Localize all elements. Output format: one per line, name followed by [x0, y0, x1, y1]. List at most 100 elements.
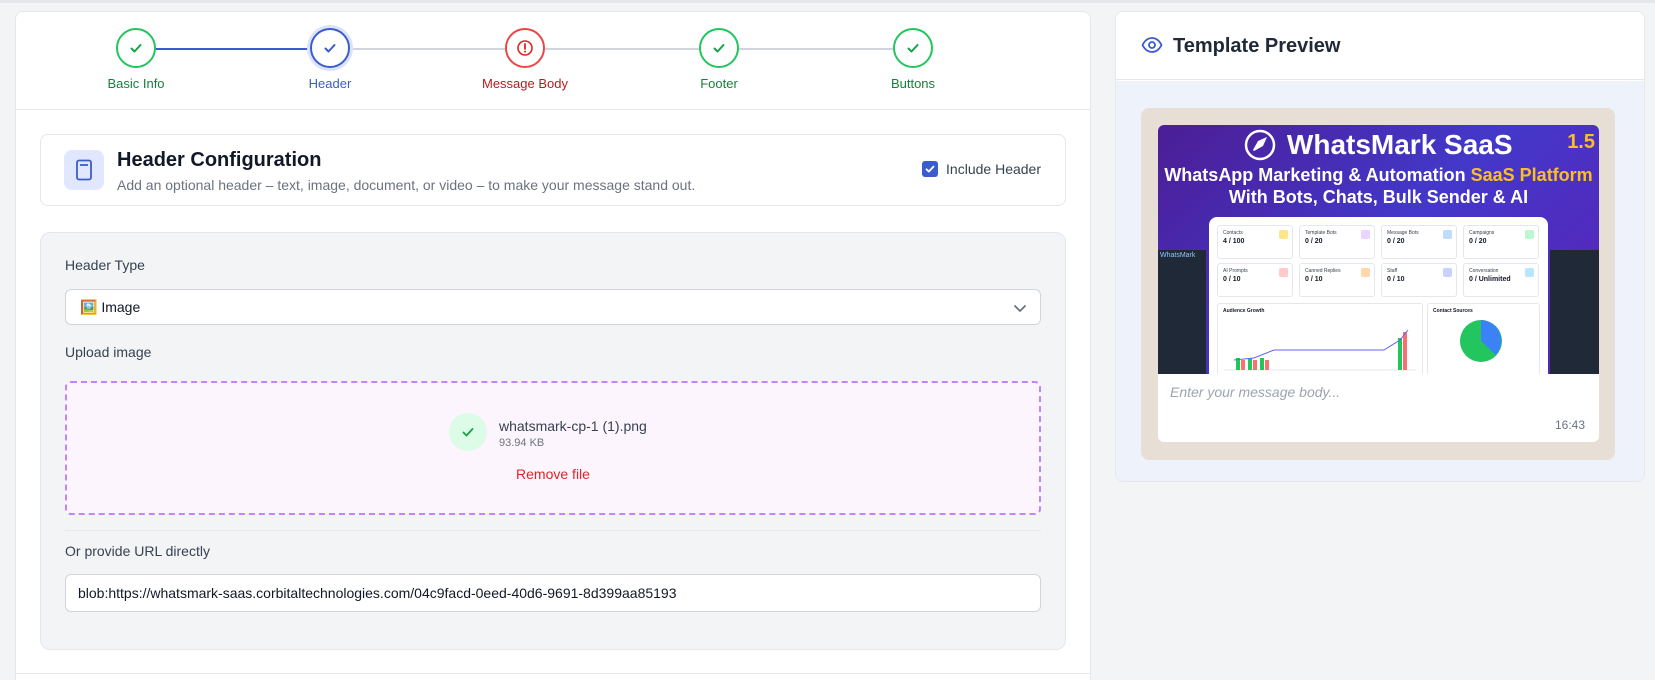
check-icon	[449, 413, 487, 451]
step-basic-info[interactable]: Basic Info	[66, 28, 206, 91]
step-label: Header	[308, 76, 352, 91]
promo-brand: WhatsMark SaaS	[1286, 129, 1513, 160]
alert-circle-icon	[505, 28, 545, 68]
promo-version: 1.5	[1567, 131, 1595, 153]
upload-label: Upload image	[65, 344, 152, 360]
header-type-select[interactable]: 🖼️ Image	[65, 289, 1041, 325]
stat-title: Campaigns	[1469, 230, 1495, 236]
stat-card: Campaigns 0 / 20	[1463, 225, 1539, 259]
message-bubble: WhatsMark SaaS 1.5 WhatsApp Marketing & …	[1158, 125, 1599, 442]
stat-icon	[1361, 268, 1370, 277]
stat-title: Template Bots	[1305, 230, 1337, 236]
stat-card: Conversation 0 / Unlimited	[1463, 263, 1539, 297]
check-icon	[699, 28, 739, 68]
header-type-value: 🖼️ Image	[80, 299, 141, 315]
upload-dropzone[interactable]: whatsmark-cp-1 (1).png 93.94 KB Remove f…	[65, 381, 1041, 515]
step-label: Footer	[700, 76, 738, 91]
step-header[interactable]: Header	[260, 28, 400, 91]
stat-value: 0 / 20	[1387, 238, 1405, 245]
step-label: Buttons	[890, 76, 936, 91]
file-size: 93.94 KB	[499, 437, 545, 449]
preview-header: Template Preview	[1116, 12, 1644, 80]
audience-growth-panel: Audience Growth	[1217, 303, 1423, 374]
divider	[65, 530, 1041, 531]
stat-value: 0 / 20	[1305, 238, 1323, 245]
header-image: WhatsMark SaaS 1.5 WhatsApp Marketing & …	[1158, 125, 1599, 374]
stat-title: Message Bots	[1387, 230, 1419, 236]
stat-icon	[1525, 268, 1534, 277]
chevron-down-icon	[1012, 300, 1028, 321]
rocket-logo-icon	[1244, 129, 1276, 161]
step-label: Message Body	[482, 76, 568, 91]
preview-title: Template Preview	[1173, 35, 1341, 57]
panel-title: Contact Sources	[1433, 308, 1473, 314]
stat-card: Message Bots 0 / 20	[1381, 225, 1457, 259]
step-footer[interactable]: Footer	[649, 28, 789, 91]
stat-icon	[1279, 268, 1288, 277]
step-message-body[interactable]: Message Body	[455, 28, 595, 91]
check-icon	[310, 28, 350, 68]
header-type-label: Header Type	[65, 257, 145, 273]
step-label: Basic Info	[107, 76, 165, 91]
stat-card: AI Prompts 0 / 10	[1217, 263, 1293, 297]
section-description: Add an optional header – text, image, do…	[117, 177, 696, 193]
template-editor-panel: Basic Info Header Message Body Footer Bu	[15, 11, 1091, 680]
check-icon	[116, 28, 156, 68]
header-config-card: Header Configuration Add an optional hea…	[40, 134, 1066, 206]
divider	[16, 673, 1090, 674]
stat-value: 0 / 10	[1305, 276, 1323, 283]
stat-icon	[1361, 230, 1370, 239]
url-label: Or provide URL directly	[65, 543, 210, 559]
stat-icon	[1443, 268, 1452, 277]
section-title: Header Configuration	[117, 149, 322, 171]
stat-title: Staff	[1387, 268, 1398, 274]
step-connector	[345, 48, 928, 50]
remove-file-button[interactable]: Remove file	[67, 466, 1039, 482]
preview-body: WhatsMark SaaS 1.5 WhatsApp Marketing & …	[1116, 81, 1644, 481]
stat-title: Conversation	[1469, 268, 1499, 274]
dashboard-side-panel	[1550, 250, 1599, 374]
chat-background: WhatsMark SaaS 1.5 WhatsApp Marketing & …	[1141, 108, 1615, 460]
message-body-placeholder: Enter your message body...	[1170, 384, 1341, 400]
message-time: 16:43	[1554, 418, 1585, 432]
contact-sources-panel: Contact Sources	[1427, 303, 1540, 374]
stat-card: Staff 0 / 10	[1381, 263, 1457, 297]
audience-chart	[1224, 329, 1416, 371]
remove-file-label[interactable]: Remove file	[516, 466, 590, 482]
stat-icon	[1525, 230, 1534, 239]
stat-title: Canned Replies	[1305, 268, 1341, 274]
url-input[interactable]	[65, 574, 1041, 612]
top-divider	[0, 0, 1655, 3]
stat-icon	[1279, 230, 1288, 239]
promo-subheadline: With Bots, Chats, Bulk Sender & AI	[1228, 187, 1529, 207]
stat-card: Canned Replies 0 / 10	[1299, 263, 1375, 297]
panel-title: Audience Growth	[1223, 308, 1265, 314]
include-header-toggle[interactable]: Include Header	[922, 161, 1041, 177]
stat-card: Contacts 4 / 100	[1217, 225, 1293, 259]
step-buttons[interactable]: Buttons	[843, 28, 983, 91]
pie-chart	[1460, 320, 1502, 362]
promo-headline-b: SaaS Platform	[1470, 165, 1593, 185]
template-preview-panel: Template Preview WhatsMark SaaS 1.5 What…	[1115, 11, 1645, 482]
stat-value: 0 / Unlimited	[1469, 276, 1511, 283]
stepper: Basic Info Header Message Body Footer Bu	[16, 12, 1090, 110]
header-form: Header Type 🖼️ Image Upload image whatsm…	[40, 232, 1066, 650]
promo-headline-a: WhatsApp Marketing & Automation	[1164, 165, 1471, 185]
promo-headline: WhatsApp Marketing & Automation SaaS Pla…	[1158, 165, 1599, 186]
stat-value: 0 / 10	[1387, 276, 1405, 283]
stat-title: AI Prompts	[1223, 268, 1248, 274]
check-icon	[893, 28, 933, 68]
include-header-checkbox[interactable]	[922, 161, 939, 177]
stat-title: Contacts	[1223, 230, 1243, 236]
stat-icon	[1443, 230, 1452, 239]
file-name: whatsmark-cp-1 (1).png	[499, 418, 647, 434]
dashboard-screenshot: Contacts 4 / 100 Template Bots 0 / 20 Mess…	[1209, 217, 1548, 374]
stat-value: 0 / 20	[1469, 238, 1487, 245]
stat-value: 4 / 100	[1223, 238, 1245, 245]
dashboard-sidebar: WhatsMark	[1158, 250, 1206, 374]
include-header-label[interactable]: Include Header	[946, 161, 1041, 177]
promo-logo-row: WhatsMark SaaS	[1158, 129, 1599, 169]
eye-icon	[1141, 36, 1163, 59]
stat-value: 0 / 10	[1223, 276, 1241, 283]
document-icon	[64, 150, 104, 190]
